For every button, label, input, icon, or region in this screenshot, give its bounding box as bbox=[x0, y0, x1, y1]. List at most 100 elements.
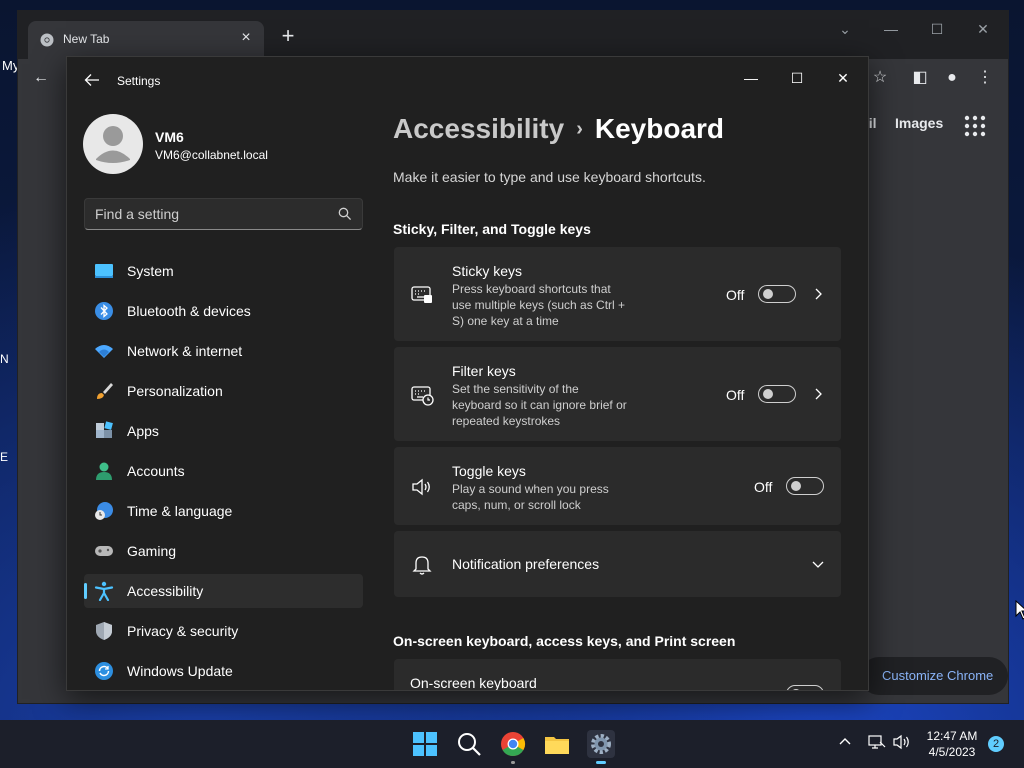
on-screen-keyboard-card[interactable]: On-screen keyboard bbox=[394, 659, 841, 690]
sidebar-item-bluetooth[interactable]: Bluetooth & devices bbox=[84, 294, 363, 328]
chevron-down-icon[interactable] bbox=[812, 558, 824, 570]
side-panel-icon[interactable]: ◧ bbox=[907, 65, 933, 91]
chrome-close-icon[interactable]: ✕ bbox=[968, 17, 998, 41]
search-icon[interactable] bbox=[338, 207, 352, 221]
chrome-taskbar-button[interactable] bbox=[499, 730, 527, 764]
chevron-right-icon bbox=[815, 288, 822, 300]
chrome-tab-title: New Tab bbox=[63, 32, 110, 46]
sidebar-item-label: Accessibility bbox=[127, 583, 204, 599]
bluetooth-icon bbox=[95, 302, 113, 320]
chrome-menu-icon[interactable]: ⋮ bbox=[972, 65, 998, 91]
clock-date: 4/5/2023 bbox=[928, 745, 976, 759]
active-indicator bbox=[84, 583, 87, 599]
keyboard-filter-icon bbox=[411, 386, 434, 406]
network-icon[interactable] bbox=[868, 733, 886, 754]
file-explorer-icon[interactable] bbox=[543, 730, 571, 758]
sticky-keys-description: Press keyboard shortcuts that use multip… bbox=[452, 282, 626, 328]
desktop-label-n: N bbox=[0, 352, 9, 366]
profile-icon[interactable]: ● bbox=[939, 65, 965, 91]
chrome-tabbar: New Tab × + ⌄ — ☐ ✕ bbox=[18, 11, 1008, 59]
settings-taskbar-button[interactable] bbox=[587, 730, 615, 764]
accessibility-icon bbox=[94, 581, 114, 601]
notification-badge[interactable]: 2 bbox=[988, 736, 1004, 752]
minimize-icon[interactable]: — bbox=[729, 63, 773, 93]
chrome-taskbar-icon bbox=[501, 732, 526, 757]
filter-keys-toggle[interactable] bbox=[758, 385, 796, 403]
back-arrow-icon[interactable] bbox=[81, 69, 103, 91]
filter-keys-card[interactable]: Filter keys Set the sensitivity of the k… bbox=[394, 347, 841, 441]
search-input[interactable]: Find a setting bbox=[84, 198, 363, 230]
profile-email: VM6@collabnet.local bbox=[155, 148, 268, 162]
start-windows-icon[interactable] bbox=[411, 730, 439, 758]
chrome-maximize-icon[interactable]: ☐ bbox=[922, 17, 952, 41]
customize-chrome-button[interactable]: Customize Chrome bbox=[860, 657, 1008, 695]
sticky-keys-toggle[interactable] bbox=[758, 285, 796, 303]
filter-keys-title: Filter keys bbox=[452, 363, 516, 379]
toggle-keys-toggle[interactable] bbox=[786, 477, 824, 495]
sidebar-item-label: Personalization bbox=[127, 383, 223, 399]
avatar[interactable] bbox=[83, 114, 143, 174]
new-tab-button[interactable]: + bbox=[276, 25, 300, 49]
sidebar-item-apps[interactable]: Apps bbox=[84, 414, 363, 448]
app-title: Settings bbox=[117, 74, 161, 88]
clock[interactable]: 12:47 AM 4/5/2023 bbox=[912, 728, 992, 760]
section-heading-keys: Sticky, Filter, and Toggle keys bbox=[393, 221, 591, 237]
sidebar-item-label: Bluetooth & devices bbox=[127, 303, 251, 319]
speaker-icon bbox=[412, 478, 430, 496]
breadcrumb-parent[interactable]: Accessibility bbox=[393, 113, 564, 144]
close-icon[interactable]: ✕ bbox=[821, 63, 865, 93]
breadcrumb-separator: › bbox=[576, 118, 583, 140]
shield-icon bbox=[96, 622, 112, 640]
page-description: Make it easier to type and use keyboard … bbox=[393, 169, 706, 185]
keyboard-sticky-icon bbox=[411, 286, 432, 303]
images-link[interactable]: Images bbox=[895, 115, 943, 131]
chrome-tab-search-icon[interactable]: ⌄ bbox=[830, 17, 860, 41]
toggle-keys-state: Off bbox=[754, 479, 773, 495]
maximize-icon[interactable]: ☐ bbox=[775, 63, 819, 93]
brush-icon bbox=[97, 383, 113, 399]
google-apps-icon[interactable] bbox=[963, 114, 987, 138]
desktop-label-e: E bbox=[0, 450, 9, 464]
search-placeholder: Find a setting bbox=[95, 206, 180, 222]
toggle-keys-card[interactable]: Toggle keys Play a sound when you press … bbox=[394, 447, 841, 525]
search-taskbar-icon[interactable] bbox=[455, 730, 483, 758]
sidebar-item-accessibility[interactable]: Accessibility bbox=[84, 574, 363, 608]
volume-icon[interactable] bbox=[892, 733, 912, 754]
sidebar-item-accounts[interactable]: Accounts bbox=[84, 454, 363, 488]
sticky-keys-title: Sticky keys bbox=[452, 263, 523, 279]
sidebar-item-label: Apps bbox=[127, 423, 159, 439]
show-hidden-icons-chevron-icon[interactable] bbox=[838, 734, 852, 751]
system-icon bbox=[95, 264, 113, 278]
person-icon bbox=[96, 462, 112, 480]
profile-name: VM6 bbox=[155, 129, 184, 145]
chrome-minimize-icon[interactable]: — bbox=[876, 17, 906, 41]
sidebar-item-gaming[interactable]: Gaming bbox=[84, 534, 363, 568]
sidebar-item-windows-update[interactable]: Windows Update bbox=[84, 654, 363, 688]
sticky-keys-card[interactable]: Sticky keys Press keyboard shortcuts tha… bbox=[394, 247, 841, 341]
notification-preferences-title: Notification preferences bbox=[452, 556, 600, 572]
update-icon bbox=[95, 662, 113, 680]
chrome-back-icon[interactable]: ← bbox=[28, 65, 54, 91]
page-title: Keyboard bbox=[594, 113, 725, 144]
chevron-right-icon bbox=[815, 388, 822, 400]
sidebar-item-time-language[interactable]: Time & language bbox=[84, 494, 363, 528]
sidebar-item-privacy[interactable]: Privacy & security bbox=[84, 614, 363, 648]
close-tab-icon[interactable]: × bbox=[236, 28, 256, 48]
bell-icon bbox=[412, 556, 432, 575]
wifi-icon bbox=[95, 345, 113, 358]
notification-preferences-card[interactable]: Notification preferences bbox=[394, 531, 841, 597]
sticky-keys-state: Off bbox=[726, 287, 745, 303]
sidebar-item-network[interactable]: Network & internet bbox=[84, 334, 363, 368]
bookmark-star-icon[interactable]: ☆ bbox=[867, 65, 893, 91]
gear-icon bbox=[591, 734, 611, 754]
chrome-tab[interactable]: New Tab × bbox=[28, 21, 264, 59]
sidebar-item-system[interactable]: System bbox=[84, 254, 363, 288]
breadcrumb: Accessibility › Keyboard bbox=[393, 113, 724, 153]
sidebar-item-label: Network & internet bbox=[127, 343, 243, 359]
taskbar: 12:47 AM 4/5/2023 bbox=[0, 720, 1024, 768]
clock-time: 12:47 AM bbox=[926, 729, 978, 743]
sidebar-item-personalization[interactable]: Personalization bbox=[84, 374, 363, 408]
filter-keys-description: Set the sensitivity of the keyboard so i… bbox=[452, 382, 627, 428]
clock-globe-icon bbox=[95, 502, 113, 520]
on-screen-keyboard-toggle[interactable] bbox=[786, 685, 824, 690]
